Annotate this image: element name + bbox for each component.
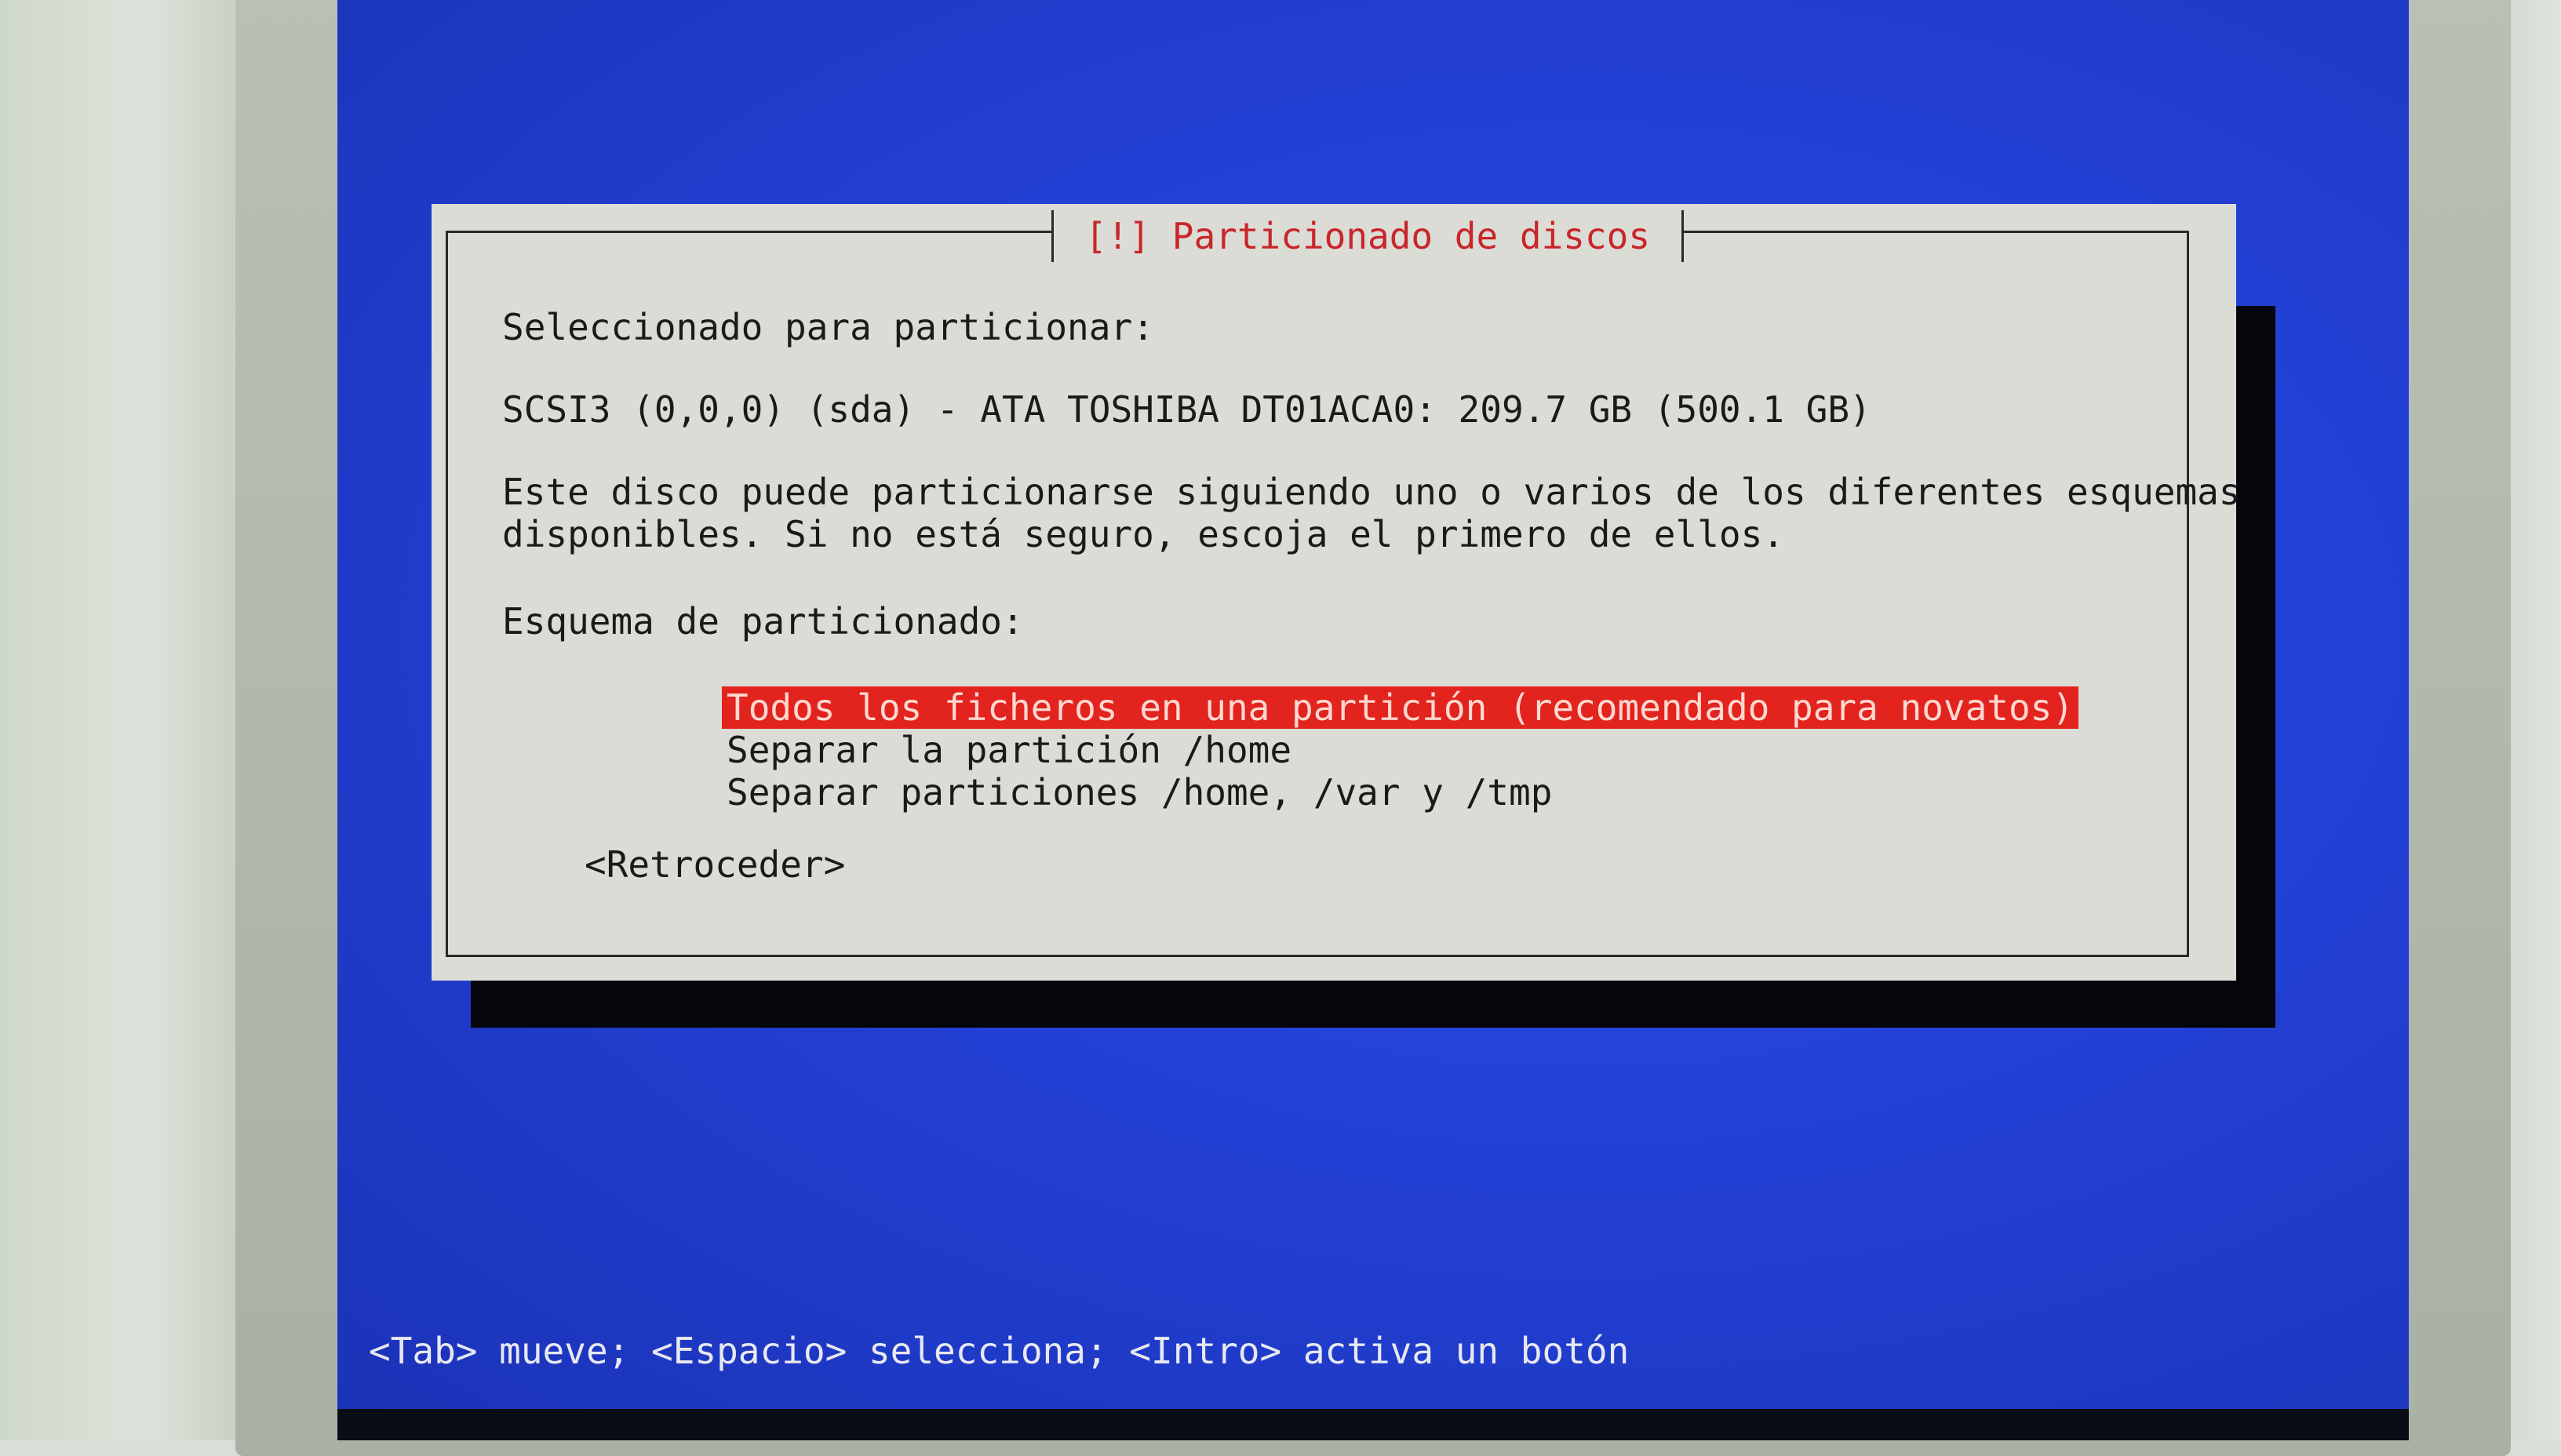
description-line-1: Este disco puede particionarse siguiendo… [502, 471, 2241, 513]
scheme-option-separate-home[interactable]: Separar la partición /home [722, 729, 1296, 771]
partition-dialog: [!] Particionado de discos Seleccionado … [432, 204, 2241, 981]
scheme-option-all-in-one[interactable]: Todos los ficheros en una partición (rec… [722, 686, 2079, 729]
background-wall-left [0, 0, 243, 1440]
keyboard-help-line: <Tab> mueve; <Espacio> selecciona; <Intr… [369, 1330, 1630, 1372]
back-button[interactable]: <Retroceder> [585, 843, 845, 886]
scheme-label: Esquema de particionado: [502, 600, 1024, 642]
description-line-2: disponibles. Si no está seguro, escoja e… [502, 513, 1784, 555]
scheme-options-list: Todos los ficheros en una partición (rec… [722, 686, 2079, 814]
dialog-title: [!] Particionado de discos [1051, 210, 1685, 262]
installer-screen: [!] Particionado de discos Seleccionado … [337, 0, 2409, 1409]
scheme-option-separate-home-var-tmp[interactable]: Separar particiones /home, /var y /tmp [722, 771, 1557, 814]
disk-info: SCSI3 (0,0,0) (sda) - ATA TOSHIBA DT01AC… [502, 388, 1871, 431]
screen-bottom-edge [337, 1409, 2409, 1440]
selected-label: Seleccionado para particionar: [502, 306, 1154, 348]
